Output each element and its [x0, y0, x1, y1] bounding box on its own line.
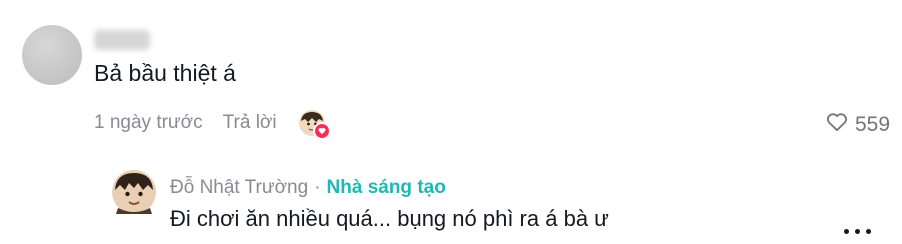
- separator-dot: ·: [314, 177, 321, 198]
- heart-filled-icon: [312, 122, 331, 140]
- reply-header: Đỗ Nhật Trường · Nhà sáng tạo: [170, 177, 446, 199]
- comment-meta: 1 ngày trước Trả lời: [94, 110, 331, 140]
- reply-button[interactable]: Trả lời: [223, 112, 277, 134]
- dot: [844, 229, 849, 234]
- dot: [866, 229, 871, 234]
- more-dots-icon[interactable]: [844, 229, 871, 234]
- comment-timestamp: 1 ngày trước: [94, 112, 203, 133]
- heart-outline-icon[interactable]: [826, 112, 848, 138]
- commenter-avatar[interactable]: [22, 25, 82, 85]
- creator-avatar[interactable]: [112, 170, 156, 214]
- creator-liked-avatar: [298, 110, 331, 140]
- reply-text: Đi chơi ăn nhiều quá... bụng nó phì ra á…: [170, 206, 609, 231]
- dot: [855, 229, 860, 234]
- comment-text: Bả bầu thiệt á: [94, 60, 236, 86]
- like-count: 559: [855, 113, 891, 136]
- like-button[interactable]: 559: [826, 112, 902, 138]
- reply-author-name[interactable]: Đỗ Nhật Trường: [170, 177, 308, 199]
- creator-badge: Nhà sáng tạo: [326, 177, 446, 198]
- commenter-name-blurred[interactable]: [94, 30, 150, 50]
